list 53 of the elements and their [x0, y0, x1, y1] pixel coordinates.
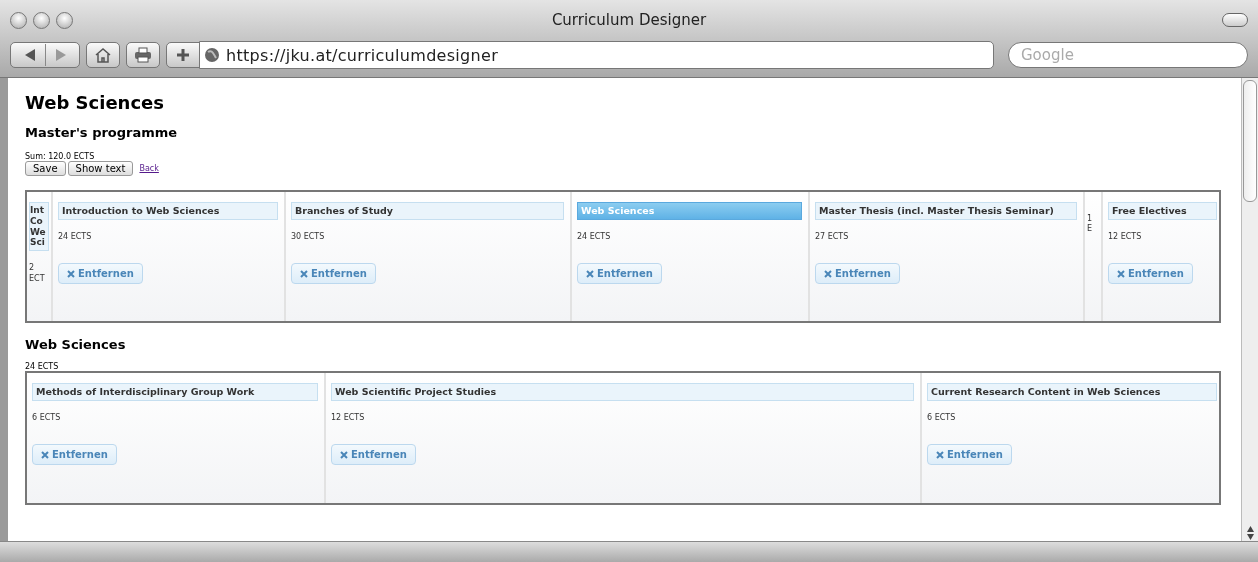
- module-title[interactable]: Web Scientific Project Studies: [331, 383, 914, 401]
- page-subtitle: Master's programme: [25, 125, 179, 140]
- scrollbar[interactable]: [1241, 78, 1258, 541]
- ects-total: 24 ECTS: [25, 362, 60, 371]
- sum-label: Sum: 120.0 ECTS: [25, 152, 96, 161]
- close-window-icon[interactable]: [10, 11, 27, 29]
- ects-label: 2 ECT: [29, 263, 46, 284]
- module-title[interactable]: Introduction to Web Sciences: [58, 202, 278, 220]
- search-field[interactable]: Google: [1008, 42, 1248, 68]
- ects-label: 27 ECTS: [815, 232, 850, 241]
- module-title[interactable]: Master Thesis (incl. Master Thesis Seminar): [815, 202, 1077, 220]
- close-icon: [340, 450, 348, 459]
- close-icon: [300, 269, 308, 278]
- ects-label: 6 ECTS: [32, 413, 62, 422]
- add-bookmark-button[interactable]: [166, 42, 200, 68]
- close-icon: [936, 450, 944, 459]
- home-button[interactable]: [86, 42, 120, 68]
- scroll-up-icon[interactable]: [1245, 525, 1255, 533]
- close-icon: [41, 450, 49, 459]
- module-title[interactable]: Current Research Content in Web Sciences: [927, 383, 1217, 401]
- ects-label: 6 ECTS: [927, 413, 957, 422]
- globe-icon: [204, 47, 220, 63]
- printer-icon: [134, 47, 152, 63]
- ects-label: 12 ECTS: [331, 413, 366, 422]
- ects-label: 12 ECTS: [1108, 232, 1143, 241]
- zoom-window-icon[interactable]: [56, 11, 73, 29]
- close-icon: [824, 269, 832, 278]
- module-title[interactable]: Free Electives: [1108, 202, 1217, 220]
- back-link[interactable]: Back: [139, 164, 159, 173]
- toolbar-toggle-icon[interactable]: [1222, 13, 1248, 27]
- ects-label: 1 E: [1087, 214, 1094, 235]
- home-icon: [94, 47, 112, 63]
- back-forward-button[interactable]: [10, 42, 80, 68]
- minimize-window-icon[interactable]: [33, 11, 50, 29]
- close-icon: [586, 269, 594, 278]
- print-button[interactable]: [126, 42, 160, 68]
- show-text-button[interactable]: Show text: [67, 161, 134, 176]
- save-button[interactable]: Save: [25, 161, 66, 176]
- window-title: Curriculum Designer: [550, 11, 708, 29]
- module-title[interactable]: Branches of Study: [291, 202, 564, 220]
- plus-icon: [176, 48, 190, 62]
- address-bar[interactable]: https://jku.at/curriculumdesigner: [199, 41, 994, 69]
- section-title: Web Sciences: [25, 337, 127, 352]
- ects-label: 30 ECTS: [291, 232, 326, 241]
- module-title[interactable]: Int Co We Sci: [29, 202, 49, 252]
- close-icon: [67, 269, 75, 278]
- ects-label: 24 ECTS: [58, 232, 93, 241]
- module-title[interactable]: Methods of Interdisciplinary Group Work: [32, 383, 318, 401]
- close-icon: [1117, 269, 1125, 278]
- ects-label: 24 ECTS: [577, 232, 612, 241]
- scrollbar-thumb[interactable]: [1243, 80, 1257, 202]
- forward-icon: [53, 48, 68, 62]
- page-title: Web Sciences: [25, 92, 165, 113]
